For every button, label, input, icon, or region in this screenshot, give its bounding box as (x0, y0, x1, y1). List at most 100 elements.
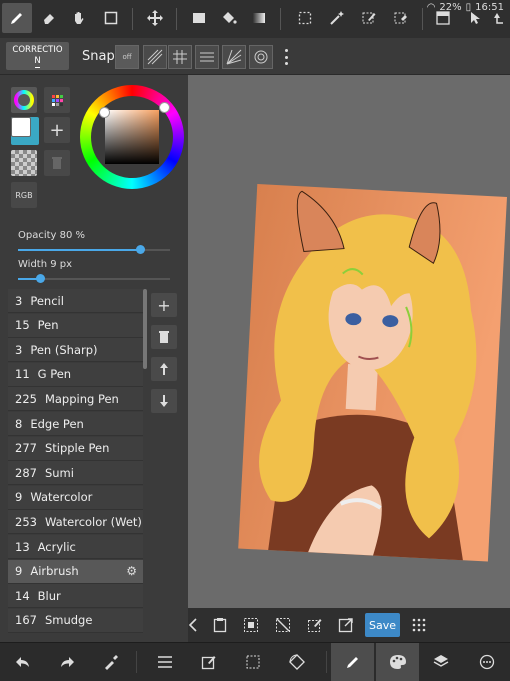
wifi-icon: ◠ (426, 2, 436, 13)
delete-brush-button[interactable] (151, 325, 177, 349)
artwork-canvas[interactable] (188, 75, 510, 608)
marquee-icon[interactable] (290, 3, 320, 33)
add-color-button[interactable]: + (44, 117, 70, 143)
delete-color-button[interactable] (44, 150, 70, 176)
rgb-mode-button[interactable]: RGB (11, 182, 37, 208)
snap-parallel-button[interactable] (143, 45, 167, 69)
width-knob[interactable] (36, 274, 45, 283)
correction-label: CORRECTIO (12, 45, 63, 55)
color-wheel[interactable] (80, 85, 184, 189)
transparent-color-swatch[interactable] (11, 150, 37, 176)
paste-icon[interactable] (209, 614, 231, 636)
brush-row[interactable]: 3 Pen (Sharp) (8, 338, 143, 363)
move-tool-icon[interactable] (140, 3, 170, 33)
palette-grid-icon (52, 95, 63, 106)
selection-icon[interactable] (238, 643, 268, 681)
rotate-canvas-icon[interactable] (282, 643, 312, 681)
snap-label: Snap (82, 49, 115, 64)
select-pen-icon[interactable] (354, 3, 384, 33)
snap-grid-button[interactable] (168, 45, 192, 69)
brush-size: 11 (15, 367, 30, 382)
more-options-icon[interactable] (470, 643, 504, 681)
brush-list-scrollbar[interactable] (143, 289, 147, 369)
color-picker-knob[interactable] (99, 107, 110, 118)
select-eraser-icon[interactable] (386, 3, 416, 33)
brush-row[interactable]: 287 Sumi (8, 461, 143, 486)
brush-row[interactable]: 14 Blur (8, 584, 143, 609)
clock: 16:51 (475, 2, 504, 13)
brush-name: Pencil (30, 293, 64, 308)
brush-size: 15 (15, 318, 30, 333)
export-icon[interactable] (335, 614, 357, 636)
brush-row[interactable]: 13 Acrylic (8, 535, 143, 559)
brush-size: 253 (15, 514, 37, 529)
layers-icon[interactable] (424, 643, 458, 681)
bucket-icon[interactable] (214, 3, 244, 33)
brush-tool-icon[interactable] (2, 3, 32, 33)
arrow-down-icon (160, 395, 168, 407)
brush-name: Watercolor (Wet) (44, 514, 142, 529)
brush-row[interactable]: 8 Edge Pen (8, 412, 143, 436)
eraser-tool-icon[interactable] (34, 3, 64, 33)
brush-name: Acrylic (37, 539, 76, 554)
brush-size: 14 (15, 588, 30, 603)
plus-icon: + (49, 119, 65, 141)
opacity-knob[interactable] (135, 245, 145, 254)
brush-settings-gear-icon[interactable]: ⚙ (126, 564, 137, 578)
brush-row[interactable]: 9 Airbrush ⚙ (8, 559, 143, 584)
hand-tool-icon[interactable] (64, 3, 94, 33)
brush-row[interactable]: 3 Pencil (8, 289, 143, 313)
snap-off-button[interactable]: off (115, 45, 139, 69)
brush-size: 167 (15, 613, 37, 628)
width-label: Width 9 px (18, 259, 73, 270)
saturation-value-square[interactable] (105, 110, 159, 164)
brush-row[interactable]: 11 G Pen (8, 362, 143, 387)
collapse-chevron-icon[interactable] (182, 614, 204, 636)
snap-more-icon[interactable] (281, 49, 291, 65)
select-all-icon[interactable] (240, 614, 262, 636)
move-brush-down-button[interactable] (151, 389, 177, 413)
brush-row[interactable]: 253 Watercolor (Wet) (8, 510, 143, 535)
brush-panel-icon[interactable] (331, 643, 374, 681)
plus-icon: + (157, 295, 171, 315)
gradient-icon[interactable] (244, 3, 274, 33)
eyedropper-icon[interactable] (96, 643, 126, 681)
brush-row[interactable]: 277 Stipple Pen (8, 436, 143, 461)
snap-circle-button[interactable] (249, 45, 273, 69)
brush-name: Watercolor (30, 490, 93, 505)
brush-name: Sumi (44, 465, 74, 480)
more-grid-icon[interactable] (408, 614, 430, 636)
hue-knob[interactable] (159, 102, 170, 113)
move-brush-up-button[interactable] (151, 357, 177, 381)
snap-cross-button[interactable] (195, 45, 219, 69)
deselect-icon[interactable] (272, 614, 294, 636)
correction-button[interactable]: CORRECTIO N (6, 42, 69, 70)
brush-name: Mapping Pen (44, 391, 119, 406)
color-wheel-mode-button[interactable] (11, 87, 37, 113)
undo-icon[interactable] (8, 643, 38, 681)
menu-icon[interactable] (150, 643, 180, 681)
palette-mode-button[interactable] (44, 87, 70, 113)
battery-level: 22% (439, 2, 462, 13)
color-panel-icon[interactable] (376, 643, 419, 681)
redo-icon[interactable] (52, 643, 82, 681)
edit-icon[interactable] (194, 643, 224, 681)
brush-name: Blur (37, 588, 61, 603)
brush-size: 277 (15, 441, 37, 456)
battery-icon: ▯ (465, 2, 472, 13)
foreground-color-swatch[interactable] (11, 117, 31, 137)
brush-row[interactable]: 15 Pen (8, 313, 143, 338)
arrow-up-icon (160, 363, 168, 375)
fill-rect-icon[interactable] (184, 3, 214, 33)
add-brush-button[interactable]: + (151, 293, 177, 317)
brush-name: Pen (37, 318, 59, 333)
brush-row[interactable]: 167 Smudge (8, 608, 143, 633)
transform-icon[interactable] (304, 614, 326, 636)
bottom-toolbar (0, 642, 510, 681)
snap-radial-button[interactable] (222, 45, 246, 69)
save-button[interactable]: Save (365, 613, 400, 637)
brush-row[interactable]: 9 Watercolor (8, 485, 143, 510)
select-rect-icon[interactable] (96, 3, 126, 33)
magic-wand-icon[interactable] (322, 3, 352, 33)
brush-row[interactable]: 225 Mapping Pen (8, 387, 143, 412)
